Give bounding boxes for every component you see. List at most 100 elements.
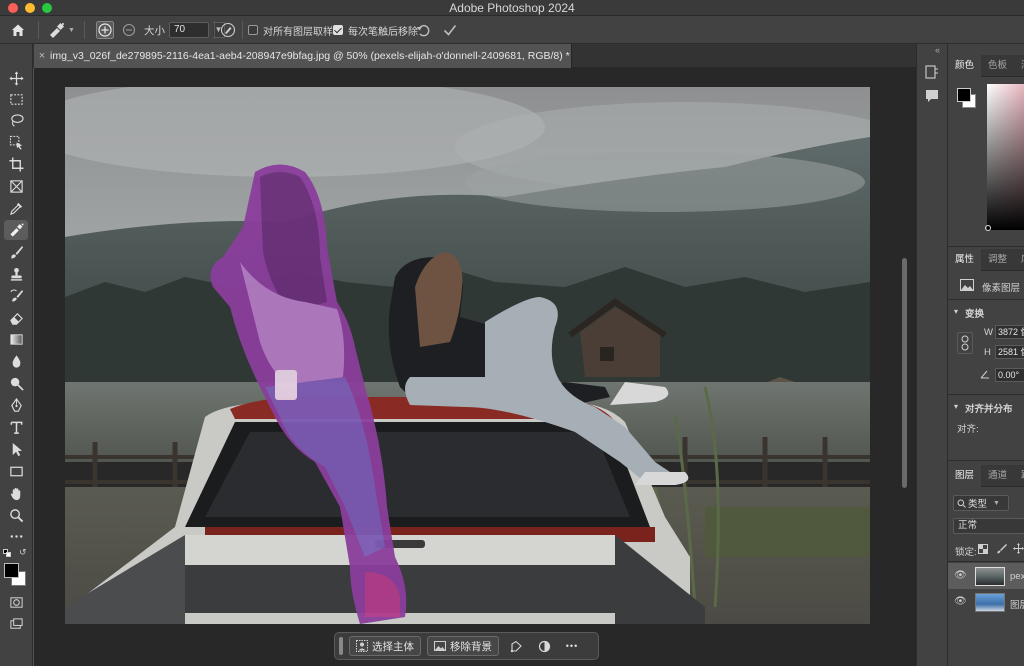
undo-strokes-button[interactable]	[415, 16, 431, 44]
pen-mask-icon	[510, 640, 522, 652]
magnifier-icon	[9, 508, 23, 522]
object-selection-tool[interactable]	[4, 132, 28, 152]
title-bar: Adobe Photoshop 2024	[0, 0, 1024, 16]
type-tool[interactable]	[4, 417, 28, 437]
color-picker-handle[interactable]	[985, 225, 991, 231]
home-button[interactable]	[10, 16, 26, 44]
vertical-scrollbar-thumb[interactable]	[902, 258, 907, 488]
type-icon	[10, 421, 22, 434]
width-label: W	[984, 327, 993, 338]
align-chevron-icon[interactable]: ▾	[954, 402, 958, 411]
add-mode-button[interactable]	[96, 16, 114, 44]
quick-mask-icon	[9, 596, 23, 608]
eraser-tool[interactable]	[4, 308, 28, 328]
tab-layers[interactable]: 图层	[948, 465, 982, 487]
eyedropper-tool[interactable]	[4, 198, 28, 218]
subtract-mode-button[interactable]	[122, 16, 136, 44]
dodge-tool[interactable]	[4, 373, 28, 393]
remove-after-stroke-checkbox[interactable]	[333, 25, 343, 35]
marquee-tool[interactable]	[4, 89, 28, 109]
hand-icon	[10, 487, 20, 500]
pen-tool[interactable]	[4, 395, 28, 415]
pressure-size-button[interactable]	[220, 16, 236, 44]
tool-preset-picker[interactable]: ▼	[48, 16, 75, 44]
frame-tool[interactable]	[4, 176, 28, 196]
tab-properties[interactable]: 属性	[948, 249, 982, 271]
lasso-tool[interactable]	[4, 110, 28, 130]
layer-row-background[interactable]: 👁 图层	[948, 589, 1024, 615]
more-tools[interactable]	[4, 526, 28, 546]
tab-channels[interactable]: 通道	[981, 465, 1014, 487]
sample-all-layers-checkbox[interactable]	[248, 25, 258, 35]
history-icon	[925, 65, 938, 79]
more-options-button[interactable]: •••	[561, 636, 583, 656]
size-input[interactable]: 70	[169, 22, 209, 38]
search-icon	[957, 499, 966, 508]
layer-filter-dropdown[interactable]: 类型 ▼	[953, 495, 1009, 511]
transform-chevron-icon[interactable]: ▾	[954, 307, 958, 316]
clone-stamp-tool[interactable]	[4, 264, 28, 284]
close-tab-icon[interactable]: ×	[34, 50, 50, 62]
color-fg-swatch[interactable]	[957, 88, 971, 102]
chevron-down-icon: ▼	[993, 499, 1000, 507]
gradient-tool[interactable]	[4, 329, 28, 349]
path-selection-tool[interactable]	[4, 439, 28, 459]
select-subject-button[interactable]: 选择主体	[349, 636, 421, 656]
person-icon	[356, 640, 368, 652]
zoom-tool[interactable]	[4, 505, 28, 525]
document-tab[interactable]: × img_v3_026f_de279895-2116-4ea1-aeb4-20…	[34, 44, 572, 68]
taskbar-drag-handle[interactable]	[339, 637, 343, 655]
tab-paths[interactable]: 路	[1014, 465, 1024, 487]
remove-tool[interactable]	[4, 220, 28, 240]
rectangle-tool[interactable]	[4, 461, 28, 481]
document-tab-bar: » × img_v3_026f_de279895-2116-4ea1-aeb4-…	[0, 44, 916, 68]
visibility-eye-icon[interactable]: 👁	[954, 570, 967, 581]
document-canvas[interactable]	[65, 87, 870, 624]
comments-panel-button[interactable]	[924, 88, 942, 104]
separator	[38, 21, 39, 39]
lock-transparency-icon[interactable]	[978, 544, 988, 554]
lock-position-icon[interactable]	[1013, 543, 1024, 554]
sample-all-layers-option[interactable]: 对所有图层取样	[248, 16, 333, 44]
tab-adjustments[interactable]: 调整	[981, 249, 1014, 271]
commit-button[interactable]	[442, 16, 458, 44]
width-field[interactable]: 3872 像	[995, 325, 1024, 339]
blend-mode-dropdown[interactable]: 正常	[953, 518, 1024, 534]
divider	[948, 561, 1024, 562]
quick-mask-button[interactable]	[4, 592, 28, 612]
lock-image-pixels-icon[interactable]	[996, 543, 1007, 554]
tab-gradients[interactable]: 渐	[1014, 55, 1024, 77]
separator	[214, 21, 215, 39]
history-panel-button[interactable]	[924, 64, 942, 80]
remove-background-button[interactable]: 移除背景	[427, 636, 499, 656]
layer-row-pexels[interactable]: 👁 pexels	[948, 563, 1024, 589]
crop-tool[interactable]	[4, 154, 28, 174]
move-tool[interactable]	[4, 68, 28, 88]
swap-colors-icon[interactable]: ↺	[19, 547, 27, 558]
default-colors-icon[interactable]	[3, 549, 11, 557]
collapse-panels-icon[interactable]: «	[935, 45, 940, 55]
height-field[interactable]: 2581 像	[995, 345, 1024, 359]
canvas-workspace[interactable]	[34, 68, 916, 666]
visibility-eye-icon[interactable]: 👁	[954, 596, 967, 607]
hand-tool[interactable]	[4, 483, 28, 503]
tab-swatches[interactable]: 色板	[981, 55, 1014, 77]
foreground-color-swatch[interactable]	[4, 563, 19, 578]
brush-tool[interactable]	[4, 242, 28, 262]
canvas-image[interactable]	[65, 87, 870, 624]
adjustment-layer-button[interactable]	[533, 636, 555, 656]
screen-mode-button[interactable]	[4, 614, 28, 634]
tab-color[interactable]: 颜色	[948, 55, 982, 77]
history-brush-icon	[9, 288, 23, 302]
blur-tool[interactable]	[4, 351, 28, 371]
link-dimensions-button[interactable]	[957, 332, 973, 354]
lasso-icon	[10, 113, 24, 127]
history-brush-tool[interactable]	[4, 286, 28, 306]
mask-from-selection-button[interactable]	[505, 636, 527, 656]
tab-libraries[interactable]: 库	[1014, 249, 1024, 271]
remove-after-stroke-option[interactable]: 每次笔触后移除	[333, 16, 418, 44]
link-icon	[961, 335, 969, 351]
color-picker-field[interactable]	[987, 84, 1024, 230]
path-selection-icon	[12, 442, 22, 456]
angle-field[interactable]: 0.00°	[995, 368, 1024, 382]
